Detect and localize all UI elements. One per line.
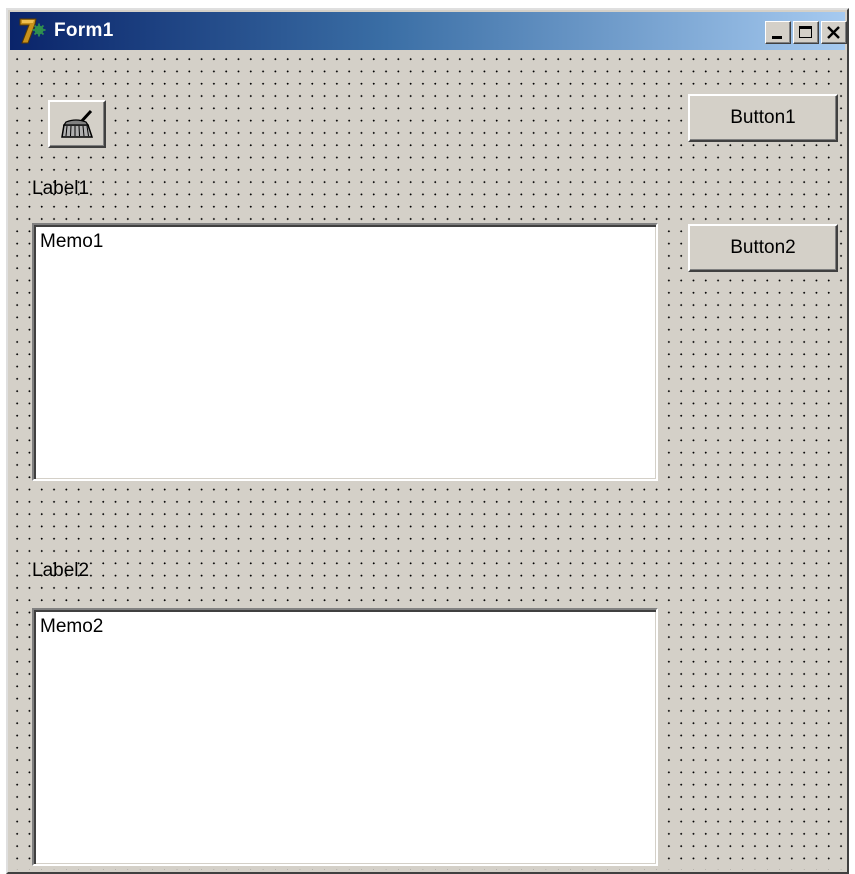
form-client-area: Button1 Button2 Label1 Memo1 Label2 Memo…	[10, 52, 845, 870]
delphi-7-app-icon[interactable]	[18, 17, 48, 45]
window-title: Form1	[54, 20, 114, 41]
maximize-button[interactable]	[793, 21, 819, 44]
form-window: Form1 Button1 Button2 Label1 Memo1 Label…	[6, 8, 849, 874]
clear-speed-button[interactable]	[48, 100, 106, 148]
close-icon	[827, 26, 840, 39]
label1: Label1	[32, 178, 90, 199]
button2[interactable]: Button2	[688, 224, 838, 272]
memo2-text: Memo2	[40, 616, 104, 637]
memo1-text: Memo1	[40, 231, 104, 252]
memo1-textarea[interactable]: Memo1	[32, 223, 658, 481]
maximize-icon	[799, 26, 812, 38]
title-bar[interactable]: Form1	[10, 12, 847, 50]
clear-broom-icon	[61, 109, 94, 138]
minimize-icon	[772, 36, 782, 39]
minimize-button[interactable]	[765, 21, 791, 44]
close-button[interactable]	[821, 21, 847, 44]
button1[interactable]: Button1	[688, 94, 838, 142]
memo2-textarea[interactable]: Memo2	[32, 608, 658, 866]
label2: Label2	[32, 560, 90, 581]
